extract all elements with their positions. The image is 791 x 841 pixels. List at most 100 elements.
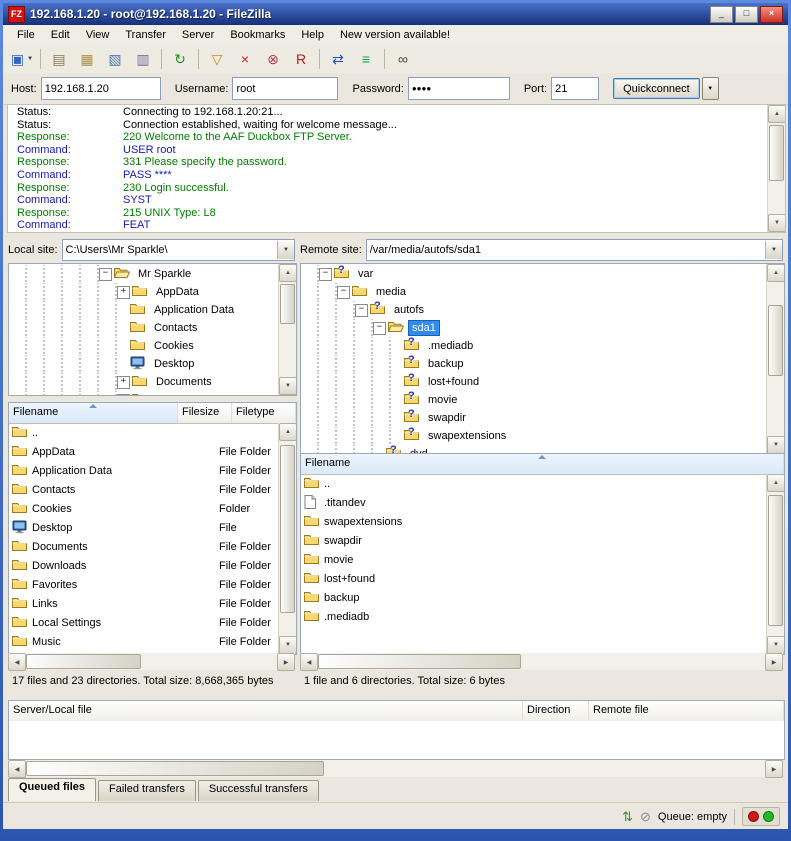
password-input[interactable]: [408, 77, 510, 100]
scroll-left-icon[interactable]: ◀: [300, 653, 318, 671]
remote-list-hscrollbar[interactable]: ◀▶: [300, 653, 783, 670]
message-log-icon[interactable]: ▤: [46, 47, 72, 71]
scrollbar-thumb[interactable]: [26, 654, 141, 669]
column-header-filename[interactable]: Filename: [301, 454, 784, 474]
remote-tree-scrollbar[interactable]: ▲▼: [766, 264, 784, 454]
scrollbar-thumb[interactable]: [280, 284, 295, 324]
host-input[interactable]: [41, 77, 161, 100]
scrollbar-track[interactable]: [767, 492, 784, 636]
reconnect-icon[interactable]: R: [288, 47, 314, 71]
local-list-scrollbar[interactable]: ▲▼: [278, 423, 296, 654]
remote-tree-item-backup[interactable]: ?backup: [301, 355, 767, 373]
scroll-right-icon[interactable]: ▶: [765, 653, 783, 671]
scroll-down-icon[interactable]: ▼: [767, 636, 785, 654]
scrollbar-track[interactable]: [767, 282, 784, 436]
column-header-filetype[interactable]: Filetype: [232, 403, 296, 423]
local-list-hscrollbar[interactable]: ◀▶: [8, 653, 295, 670]
transfer-queue-hscrollbar[interactable]: ◀▶: [8, 760, 783, 777]
remote-site-dropdown-icon[interactable]: ▼: [765, 241, 782, 259]
scroll-up-icon[interactable]: ▲: [279, 423, 297, 441]
local-site-dropdown-icon[interactable]: ▼: [277, 241, 294, 259]
remote-tree-item-lost-found[interactable]: ?lost+found: [301, 373, 767, 391]
local-tree-item-desktop[interactable]: Desktop: [9, 355, 279, 373]
site-manager-dropdown-icon[interactable]: ▼: [27, 56, 33, 62]
scroll-up-icon[interactable]: ▲: [767, 474, 785, 492]
scroll-right-icon[interactable]: ▶: [765, 760, 783, 778]
file-row-mediadb[interactable]: .mediadb: [301, 607, 767, 626]
local-tree-item-appdata[interactable]: +AppData: [9, 283, 279, 301]
scroll-down-icon[interactable]: ▼: [768, 214, 786, 232]
minimize-button[interactable]: _: [710, 6, 733, 23]
expand-icon[interactable]: +: [117, 286, 130, 299]
file-row-swapextensions[interactable]: swapextensions: [301, 512, 767, 531]
file-row-local-settings[interactable]: Local SettingsFile Folder: [9, 613, 279, 632]
file-row-downloads[interactable]: DownloadsFile Folder: [9, 556, 279, 575]
collapse-icon[interactable]: −: [319, 268, 332, 281]
scrollbar-thumb[interactable]: [768, 495, 783, 627]
scroll-down-icon[interactable]: ▼: [767, 436, 785, 454]
scrollbar-thumb[interactable]: [768, 305, 783, 376]
local-tree-item-application-data[interactable]: Application Data: [9, 301, 279, 319]
close-button[interactable]: ×: [760, 6, 783, 23]
scrollbar-thumb[interactable]: [769, 125, 784, 182]
file-row-cookies[interactable]: CookiesFolder: [9, 499, 279, 518]
local-tree-item-contacts[interactable]: Contacts: [9, 319, 279, 337]
port-input[interactable]: [551, 77, 599, 100]
scrollbar-thumb[interactable]: [318, 654, 521, 669]
remote-list-scrollbar[interactable]: ▲▼: [766, 474, 784, 654]
file-row-music[interactable]: MusicFile Folder: [9, 632, 279, 651]
local-tree-icon[interactable]: ▦: [74, 47, 100, 71]
remote-tree-item-media[interactable]: −media: [301, 283, 767, 301]
menu-item-view[interactable]: View: [78, 27, 118, 43]
scrollbar-track[interactable]: [768, 123, 785, 214]
scrollbar-track[interactable]: [318, 653, 765, 670]
username-input[interactable]: [232, 77, 338, 100]
file-row-desktop[interactable]: DesktopFile: [9, 518, 279, 537]
transfer-column-header-direction[interactable]: Direction: [523, 701, 589, 721]
file-row-lost-found[interactable]: lost+found: [301, 569, 767, 588]
menu-item-transfer[interactable]: Transfer: [117, 27, 174, 43]
scrollbar-thumb[interactable]: [26, 761, 324, 776]
file-row-item[interactable]: ..: [301, 474, 767, 493]
menu-item-edit[interactable]: Edit: [43, 27, 78, 43]
remote-tree-item-swapdir[interactable]: ?swapdir: [301, 409, 767, 427]
quickconnect-dropdown-icon[interactable]: ▼: [702, 77, 719, 100]
file-row-titandev[interactable]: .titandev: [301, 493, 767, 512]
local-tree-item-downloads[interactable]: +Downloads: [9, 391, 279, 395]
remote-tree-icon[interactable]: ▧: [102, 47, 128, 71]
local-site-combobox[interactable]: C:\Users\Mr Sparkle\ ▼: [62, 239, 295, 261]
collapse-icon[interactable]: −: [99, 268, 112, 281]
transfer-column-header-remote-file[interactable]: Remote file: [589, 701, 784, 721]
directory-comparison-status-icon[interactable]: ⊘: [640, 810, 651, 823]
tab-failed-transfers[interactable]: Failed transfers: [98, 780, 196, 801]
remote-tree-item-var[interactable]: −?var: [301, 265, 767, 283]
remote-tree-item-mediadb[interactable]: ?.mediadb: [301, 337, 767, 355]
disconnect-icon[interactable]: ⊗: [260, 47, 286, 71]
local-tree-item-mr-sparkle[interactable]: −Mr Sparkle: [9, 265, 279, 283]
sync-browsing-icon[interactable]: ≡: [353, 47, 379, 71]
remote-tree-item-movie[interactable]: ?movie: [301, 391, 767, 409]
title-bar[interactable]: FZ 192.168.1.20 - root@192.168.1.20 - Fi…: [3, 3, 788, 25]
file-row-contacts[interactable]: ContactsFile Folder: [9, 480, 279, 499]
cancel-icon[interactable]: ×: [232, 47, 258, 71]
transfer-column-header-server-local-file[interactable]: Server/Local file: [9, 701, 523, 721]
speed-limits-icon[interactable]: ⇅: [622, 810, 633, 823]
file-row-appdata[interactable]: AppDataFile Folder: [9, 442, 279, 461]
scroll-left-icon[interactable]: ◀: [8, 653, 26, 671]
remote-tree-item-sda1[interactable]: −sda1: [301, 319, 767, 337]
file-row-application-data[interactable]: Application DataFile Folder: [9, 461, 279, 480]
file-row-backup[interactable]: backup: [301, 588, 767, 607]
queue-view-icon[interactable]: ▥: [130, 47, 156, 71]
column-header-filename[interactable]: Filename: [9, 403, 178, 423]
scrollbar-thumb[interactable]: [280, 445, 295, 613]
message-log-scrollbar[interactable]: ▲▼: [767, 105, 785, 232]
local-tree-scrollbar[interactable]: ▲▼: [278, 264, 296, 395]
filter-icon[interactable]: ▽: [204, 47, 230, 71]
expand-icon[interactable]: +: [117, 376, 130, 389]
file-row-favorites[interactable]: FavoritesFile Folder: [9, 575, 279, 594]
file-row-documents[interactable]: DocumentsFile Folder: [9, 537, 279, 556]
scrollbar-track[interactable]: [279, 441, 296, 636]
tab-queued-files[interactable]: Queued files: [8, 778, 96, 801]
remote-site-combobox[interactable]: /var/media/autofs/sda1 ▼: [366, 239, 783, 261]
scrollbar-track[interactable]: [26, 653, 277, 670]
